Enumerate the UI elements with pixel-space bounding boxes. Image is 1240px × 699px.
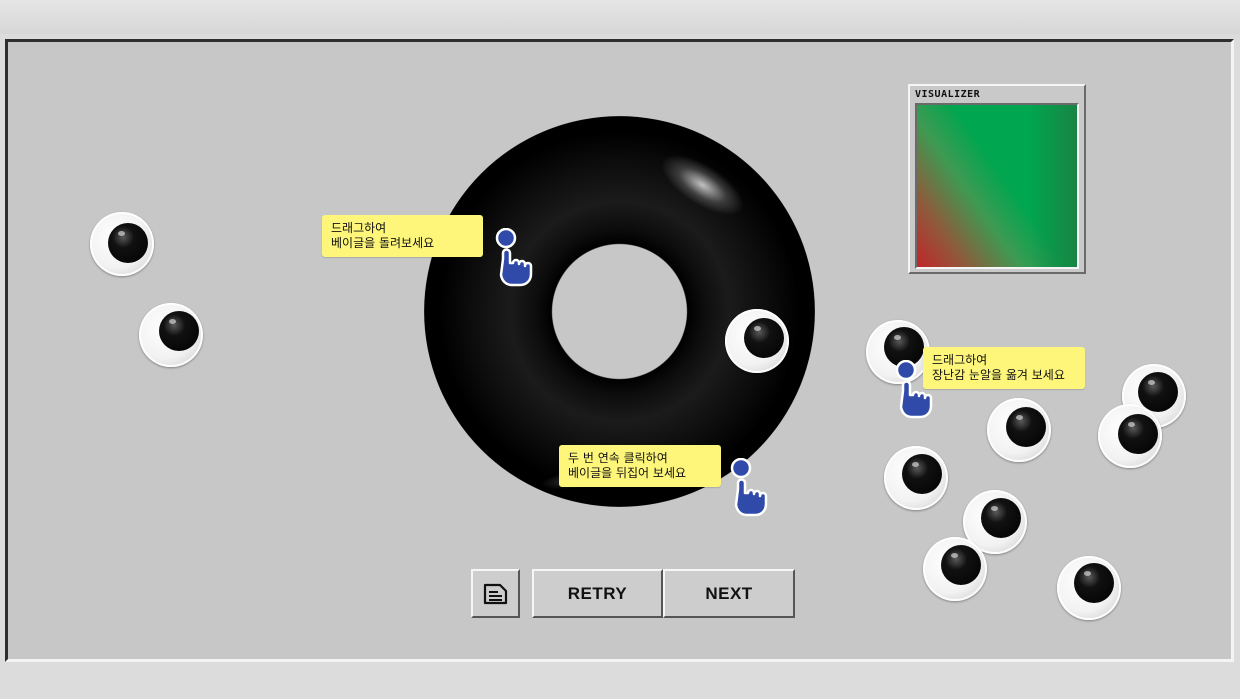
- visualizer-title: VISUALIZER: [915, 89, 981, 100]
- tooltip-line: 두 번 연속 클릭하여: [568, 451, 668, 465]
- tooltip-line: 베이글을 뒤집어 보세요: [568, 466, 687, 480]
- tooltip-line: 베이글을 돌려보세요: [331, 236, 435, 250]
- pupil: [1138, 372, 1178, 412]
- notes-button[interactable]: [471, 569, 520, 618]
- pupil: [744, 318, 784, 358]
- pupil: [1006, 407, 1046, 447]
- googly-eye-icon[interactable]: [884, 446, 948, 510]
- googly-eye-icon[interactable]: [987, 398, 1051, 462]
- flip-hint-tooltip: 두 번 연속 클릭하여 베이글을 뒤집어 보세요: [559, 445, 721, 487]
- tooltip-line: 드래그하여: [932, 353, 988, 367]
- pupil: [159, 311, 199, 351]
- pupil: [108, 223, 148, 263]
- pupil: [1118, 414, 1158, 454]
- pointing-hand-icon: [894, 360, 934, 422]
- rotate-hint-tooltip: 드래그하여 베이글을 돌려보세요: [322, 215, 483, 257]
- googly-eye-icon[interactable]: [923, 537, 987, 601]
- pointing-hand-icon: [729, 458, 769, 520]
- pupil: [902, 454, 942, 494]
- board: 드래그하여 베이글을 돌려보세요 두 번 연속 클릭하여 베이글을 뒤집어 보세…: [0, 0, 1240, 699]
- googly-eye-icon[interactable]: [1057, 556, 1121, 620]
- move-eyes-hint-tooltip: 드래그하여 장난감 눈알을 옮겨 보세요: [923, 347, 1085, 389]
- googly-eye-icon[interactable]: [90, 212, 154, 276]
- next-button[interactable]: NEXT: [663, 569, 795, 618]
- pointing-hand-icon: [494, 228, 534, 290]
- visualizer-panel: VISUALIZER: [908, 84, 1086, 274]
- tooltip-line: 드래그하여: [331, 221, 387, 235]
- googly-eye-icon[interactable]: [1098, 404, 1162, 468]
- visualizer-screen: [915, 103, 1079, 269]
- pupil: [1074, 563, 1114, 603]
- document-icon: [483, 583, 507, 604]
- pupil: [941, 545, 981, 585]
- googly-eye-icon[interactable]: [725, 309, 789, 373]
- googly-eye-icon[interactable]: [139, 303, 203, 367]
- tooltip-line: 장난감 눈알을 옮겨 보세요: [932, 368, 1065, 382]
- pupil: [981, 498, 1021, 538]
- retry-button[interactable]: RETRY: [532, 569, 663, 618]
